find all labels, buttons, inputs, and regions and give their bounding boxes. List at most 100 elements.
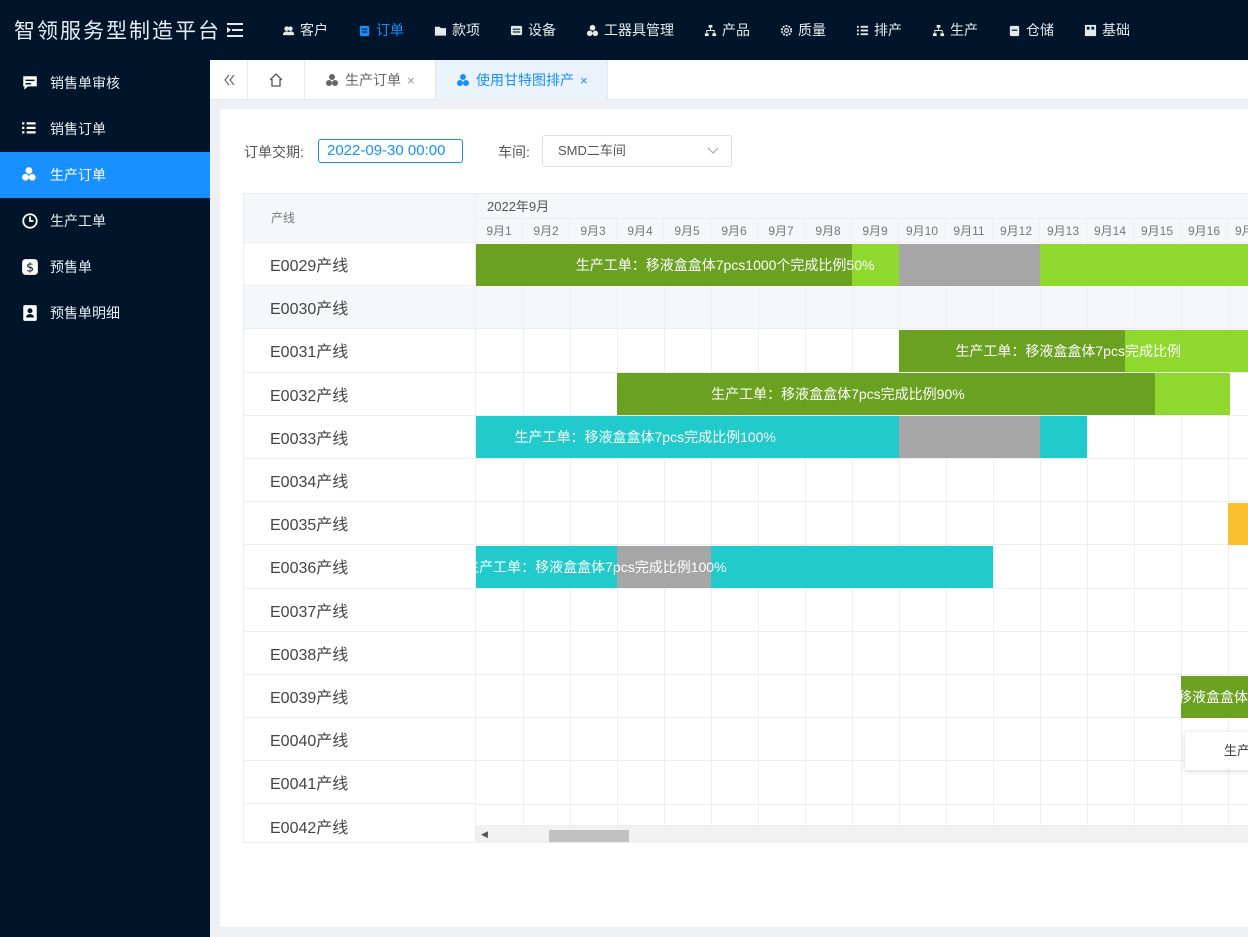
folder-icon (434, 26, 447, 36)
gantt-line-column: 产线 E0029产线 E0030产线 E0031产线 E0032产线 E0033产线 E0… (244, 194, 476, 842)
line-row: E0041产线 (244, 761, 475, 805)
line-row: E0031产线 (244, 329, 475, 373)
line-row: E0030产线 (244, 286, 475, 330)
sidebar-item-label: 销售订单 (50, 121, 106, 137)
nav-item-label: 工器具管理 (604, 22, 674, 38)
sitemap-icon (932, 24, 945, 36)
close-icon[interactable]: × (407, 73, 415, 88)
nav-item-label: 质量 (798, 22, 826, 38)
tab-label: 使用甘特图排产 (476, 72, 574, 88)
sidebar-item-5[interactable]: 预售单明细 (0, 290, 210, 336)
sidebar-item-4[interactable]: $ 预售单 (0, 244, 210, 290)
sidebar-item-2[interactable]: 生产订单 (0, 152, 210, 198)
gantt-bar[interactable] (1228, 502, 1248, 545)
sidebar-item-0[interactable]: 销售单审核 (0, 60, 210, 106)
nav-item-9[interactable]: 仓储 (1008, 0, 1054, 60)
close-icon[interactable]: × (580, 73, 588, 88)
gantt-tooltip: 生产工单 (1185, 732, 1248, 770)
nav-item-3[interactable]: 设备 (510, 0, 556, 60)
grid-icon (1084, 24, 1097, 36)
grid-row (476, 761, 1248, 805)
sidebar-item-3[interactable]: 生产工单 (0, 198, 210, 244)
list-icon (856, 25, 869, 35)
day-header: 9月15 (1134, 219, 1181, 243)
tab-label: 生产订单 (345, 72, 401, 88)
cubes-icon (22, 167, 36, 181)
collapse-sidebar-button[interactable] (210, 60, 248, 100)
svg-text:$: $ (26, 261, 34, 275)
grid-line (617, 243, 618, 825)
line-row: E0038产线 (244, 632, 475, 675)
line-row: E0032产线 (244, 373, 475, 416)
grid-line (758, 243, 759, 825)
nav-item-7[interactable]: 排产 (856, 0, 902, 60)
nav-item-10[interactable]: 基础 (1084, 0, 1130, 60)
nav-item-label: 排产 (874, 22, 902, 38)
double-chevron-left-icon (223, 74, 234, 86)
message-icon (23, 76, 37, 90)
gantt-bar[interactable] (899, 416, 1040, 459)
gear-icon (780, 24, 793, 36)
line-row: E0029产线 (244, 243, 475, 287)
tab-gantt-scheduling[interactable]: 使用甘特图排产 × (436, 60, 608, 100)
gantt-bar[interactable] (1040, 416, 1087, 459)
sidebar-item-1[interactable]: 销售订单 (0, 106, 210, 152)
gantt-bar[interactable] (711, 545, 993, 588)
line-row: E0040产线 (244, 718, 475, 762)
clock-icon (22, 213, 38, 229)
scroll-left-icon[interactable]: ◀ (481, 829, 488, 840)
day-header: 9月3 (570, 219, 617, 243)
nav-item-5[interactable]: 产品 (704, 0, 750, 60)
workshop-select[interactable]: SMD二车间 (542, 135, 732, 167)
nav-item-label: 仓储 (1026, 22, 1054, 38)
clipboard-icon (359, 25, 370, 36)
scroll-thumb[interactable] (549, 830, 629, 842)
nav-item-label: 客户 (300, 22, 328, 38)
nav-item-label: 生产 (950, 22, 978, 38)
tab-production-order[interactable]: 生产订单 × (305, 60, 436, 100)
grid-line (570, 243, 571, 825)
nav-item-label: 订单 (376, 22, 404, 38)
contact-icon (23, 305, 37, 321)
horizontal-scrollbar[interactable]: ◀ (476, 825, 1248, 842)
grid-row (476, 718, 1248, 762)
day-header: 9月13 (1040, 219, 1087, 243)
nav-item-8[interactable]: 生产 (932, 0, 978, 60)
nav-item-label: 基础 (1102, 22, 1130, 38)
menu-fold-icon[interactable] (226, 21, 244, 39)
sidebar-item-label: 生产订单 (50, 167, 106, 183)
grid-line (523, 243, 524, 825)
gantt-bar[interactable] (1040, 243, 1248, 286)
day-header: 9月4 (617, 219, 664, 243)
day-header: 9月12 (993, 219, 1040, 243)
tab-home[interactable] (248, 60, 305, 100)
due-date-input[interactable]: 2022-09-30 00:00 (318, 139, 463, 163)
gantt-bar[interactable] (899, 243, 1040, 286)
gantt-chart: 产线 E0029产线 E0030产线 E0031产线 E0032产线 E0033产线 E0… (243, 193, 1248, 843)
grid-line (805, 243, 806, 825)
content-panel: 订单交期: 2022-09-30 00:00 车间: SMD二车间 产线 E00… (220, 109, 1248, 927)
bar-label: 生产工单：移液盒盒体7pcs1000个完成比例50% (575, 256, 875, 273)
nav-item-2[interactable]: 款项 (434, 0, 480, 60)
sidebar-item-label: 预售单明细 (50, 305, 120, 321)
top-nav: 客户 订单 款项 设备 工器具管理 产品 质量 排产 生产 仓储 基础 (282, 0, 1160, 60)
bar-label: 生产工单：移液盒盒体7pcs完成比例100% (514, 429, 776, 446)
filter-bar: 订单交期: 2022-09-30 00:00 车间: SMD二车间 (244, 135, 944, 167)
nav-item-1[interactable]: 订单 (358, 0, 404, 60)
day-header: 9月16 (1181, 219, 1228, 243)
line-column-header: 产线 (244, 194, 475, 243)
line-row: E0034产线 (244, 459, 475, 503)
month-header: 2022年9月 (476, 194, 1248, 219)
workshop-label: 车间: (498, 144, 530, 160)
nav-item-0[interactable]: 客户 (282, 0, 328, 60)
line-row: E0036产线 (244, 545, 475, 589)
storage-icon (1009, 25, 1020, 36)
sidebar-item-label: 生产工单 (50, 213, 106, 229)
line-row: E0033产线 (244, 416, 475, 459)
line-row: E0042产线 (244, 804, 475, 842)
gantt-bar[interactable] (1155, 373, 1231, 416)
nav-item-4[interactable]: 工器具管理 (586, 0, 674, 60)
nav-item-6[interactable]: 质量 (780, 0, 826, 60)
chevron-down-icon (707, 136, 719, 177)
home-icon (269, 73, 283, 87)
